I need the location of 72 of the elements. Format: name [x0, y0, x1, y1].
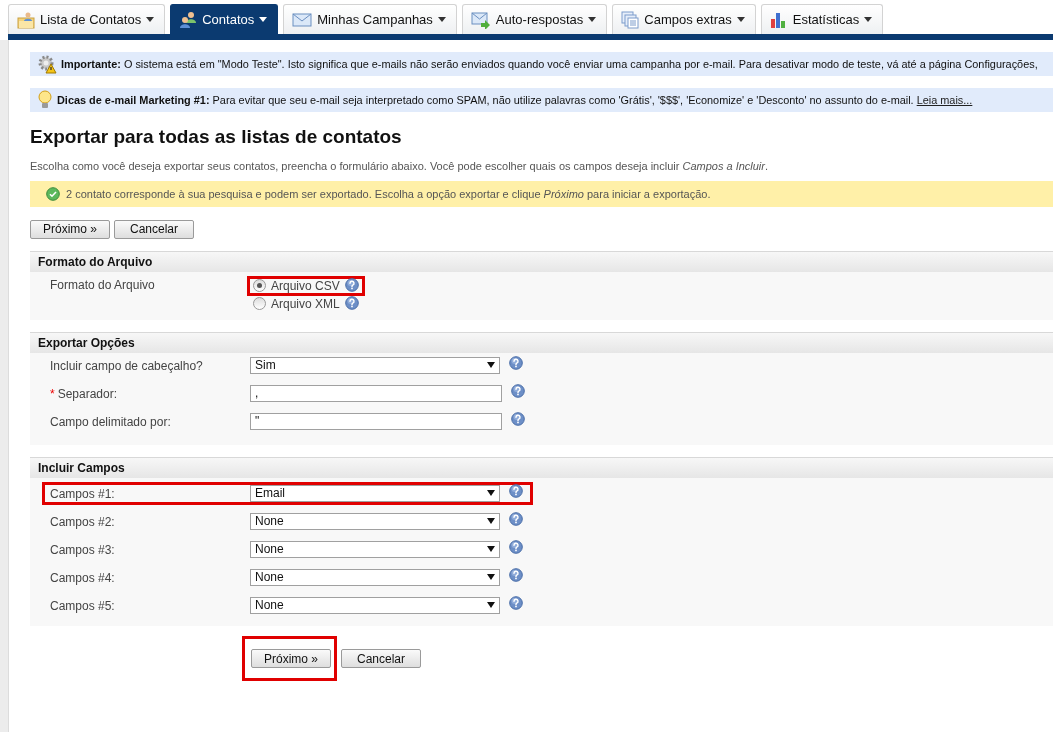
section-header: Exportar Opções	[30, 332, 1053, 353]
people-icon	[179, 10, 198, 29]
dropdown[interactable]: None	[250, 540, 500, 558]
gear-warning-icon	[37, 54, 57, 74]
help-icon	[511, 383, 525, 398]
help-icon	[344, 278, 359, 292]
dropdown[interactable]: Email	[250, 484, 500, 502]
bar-chart-icon	[769, 10, 788, 29]
envelope-icon	[292, 11, 313, 28]
cancel-button[interactable]: Cancelar	[341, 649, 421, 668]
notice-text: Dicas de e-mail Marketing #1: Para evitar que seu e-mail seja interpretado como SPAM, não utilize palavras como 'Grátis', '$$$', 'Economize' e 'Desconto' no assunto do e-mail. Leia mais...	[57, 94, 973, 106]
cancel-button[interactable]: Cancelar	[114, 219, 194, 239]
caret-icon	[588, 17, 597, 22]
input-field[interactable]: "	[250, 412, 502, 430]
light-bulb-icon	[37, 90, 53, 110]
field-label: Campos #3:	[50, 542, 115, 557]
help-icon	[511, 411, 525, 426]
field-label: Campos #4:	[50, 570, 115, 585]
next-button[interactable]: Próximo »	[30, 219, 110, 239]
field-label: Separador:	[57, 386, 118, 401]
caret-icon	[259, 17, 268, 22]
help-icon	[509, 595, 523, 610]
nav-tab[interactable]: Campos extras	[612, 4, 756, 34]
field-label: Campos #2:	[50, 514, 115, 529]
page-title: Exportar para todas as listas de contatos	[30, 126, 403, 148]
nav-tab[interactable]: Auto-respostas	[461, 4, 608, 34]
dropdown-arrow-icon	[487, 362, 495, 368]
dropdown-arrow-icon	[487, 546, 495, 552]
dropdown[interactable]: None	[250, 568, 500, 586]
help-icon	[509, 511, 523, 526]
dropdown-arrow-icon	[487, 602, 495, 608]
success-message: 2 contato corresponde à sua pesquisa e podem ser exportado. Escolha a opção exportar e clique Próximo para iniciar a exportação.	[66, 188, 711, 200]
input-field[interactable]: ,	[250, 384, 502, 402]
description-text: Escolha como você deseja exportar seus contatos, preencha o formulário abaixo. Você pode escolher quais os campos deseja incluir Campos a Incluir.	[30, 160, 770, 172]
section-header: Incluir Campos	[30, 457, 1053, 478]
radio-label: Arquivo CSV	[271, 278, 340, 293]
section-header: Formato do Arquivo	[30, 251, 1053, 272]
radio-button[interactable]	[253, 279, 266, 292]
nav-tab[interactable]: Estatísticas	[760, 4, 884, 34]
field-label: Formato do Arquivo	[50, 277, 155, 292]
radio-button[interactable]	[253, 297, 266, 310]
caret-icon	[864, 17, 873, 22]
field-label: Campos #5:	[50, 598, 115, 613]
contacts-folder-icon	[17, 10, 35, 29]
dropdown-arrow-icon	[487, 490, 495, 496]
nav-tab[interactable]: Contatos	[170, 4, 279, 34]
dropdown-arrow-icon	[487, 574, 495, 580]
help-icon	[509, 539, 523, 554]
caret-icon	[437, 17, 446, 22]
required-mark: *	[50, 386, 55, 401]
help-icon	[509, 483, 523, 498]
field-label: Campos #1:	[50, 486, 115, 501]
stacked-pages-icon	[621, 10, 640, 29]
help-icon	[509, 355, 523, 370]
radio-label: Arquivo XML	[271, 296, 340, 311]
field-label: Incluir campo de cabeçalho?	[50, 358, 203, 373]
dropdown[interactable]: None	[250, 596, 500, 614]
field-label: Campo delimitado por:	[50, 414, 171, 429]
read-more-link[interactable]: Leia mais...	[916, 94, 973, 106]
notice-text: Importante: O sistema está em "Modo Teste". Isto significa que e-mails não serão enviados quando você enviar uma campanha por e-mail. Para desativar modo de teste, vá até a página Configurações,	[61, 58, 1038, 70]
nav-tab[interactable]: Lista de Contatos	[8, 4, 166, 34]
help-icon	[509, 567, 523, 582]
envelope-arrow-icon	[470, 10, 491, 29]
next-button[interactable]: Próximo »	[251, 649, 331, 668]
dropdown[interactable]: Sim	[250, 356, 500, 374]
help-icon	[344, 296, 359, 310]
nav-tab[interactable]: Minhas Campanhas	[283, 4, 457, 34]
caret-icon	[736, 17, 745, 22]
dropdown-arrow-icon	[487, 518, 495, 524]
caret-icon	[146, 17, 155, 22]
check-icon	[46, 187, 60, 201]
dropdown[interactable]: None	[250, 512, 500, 530]
